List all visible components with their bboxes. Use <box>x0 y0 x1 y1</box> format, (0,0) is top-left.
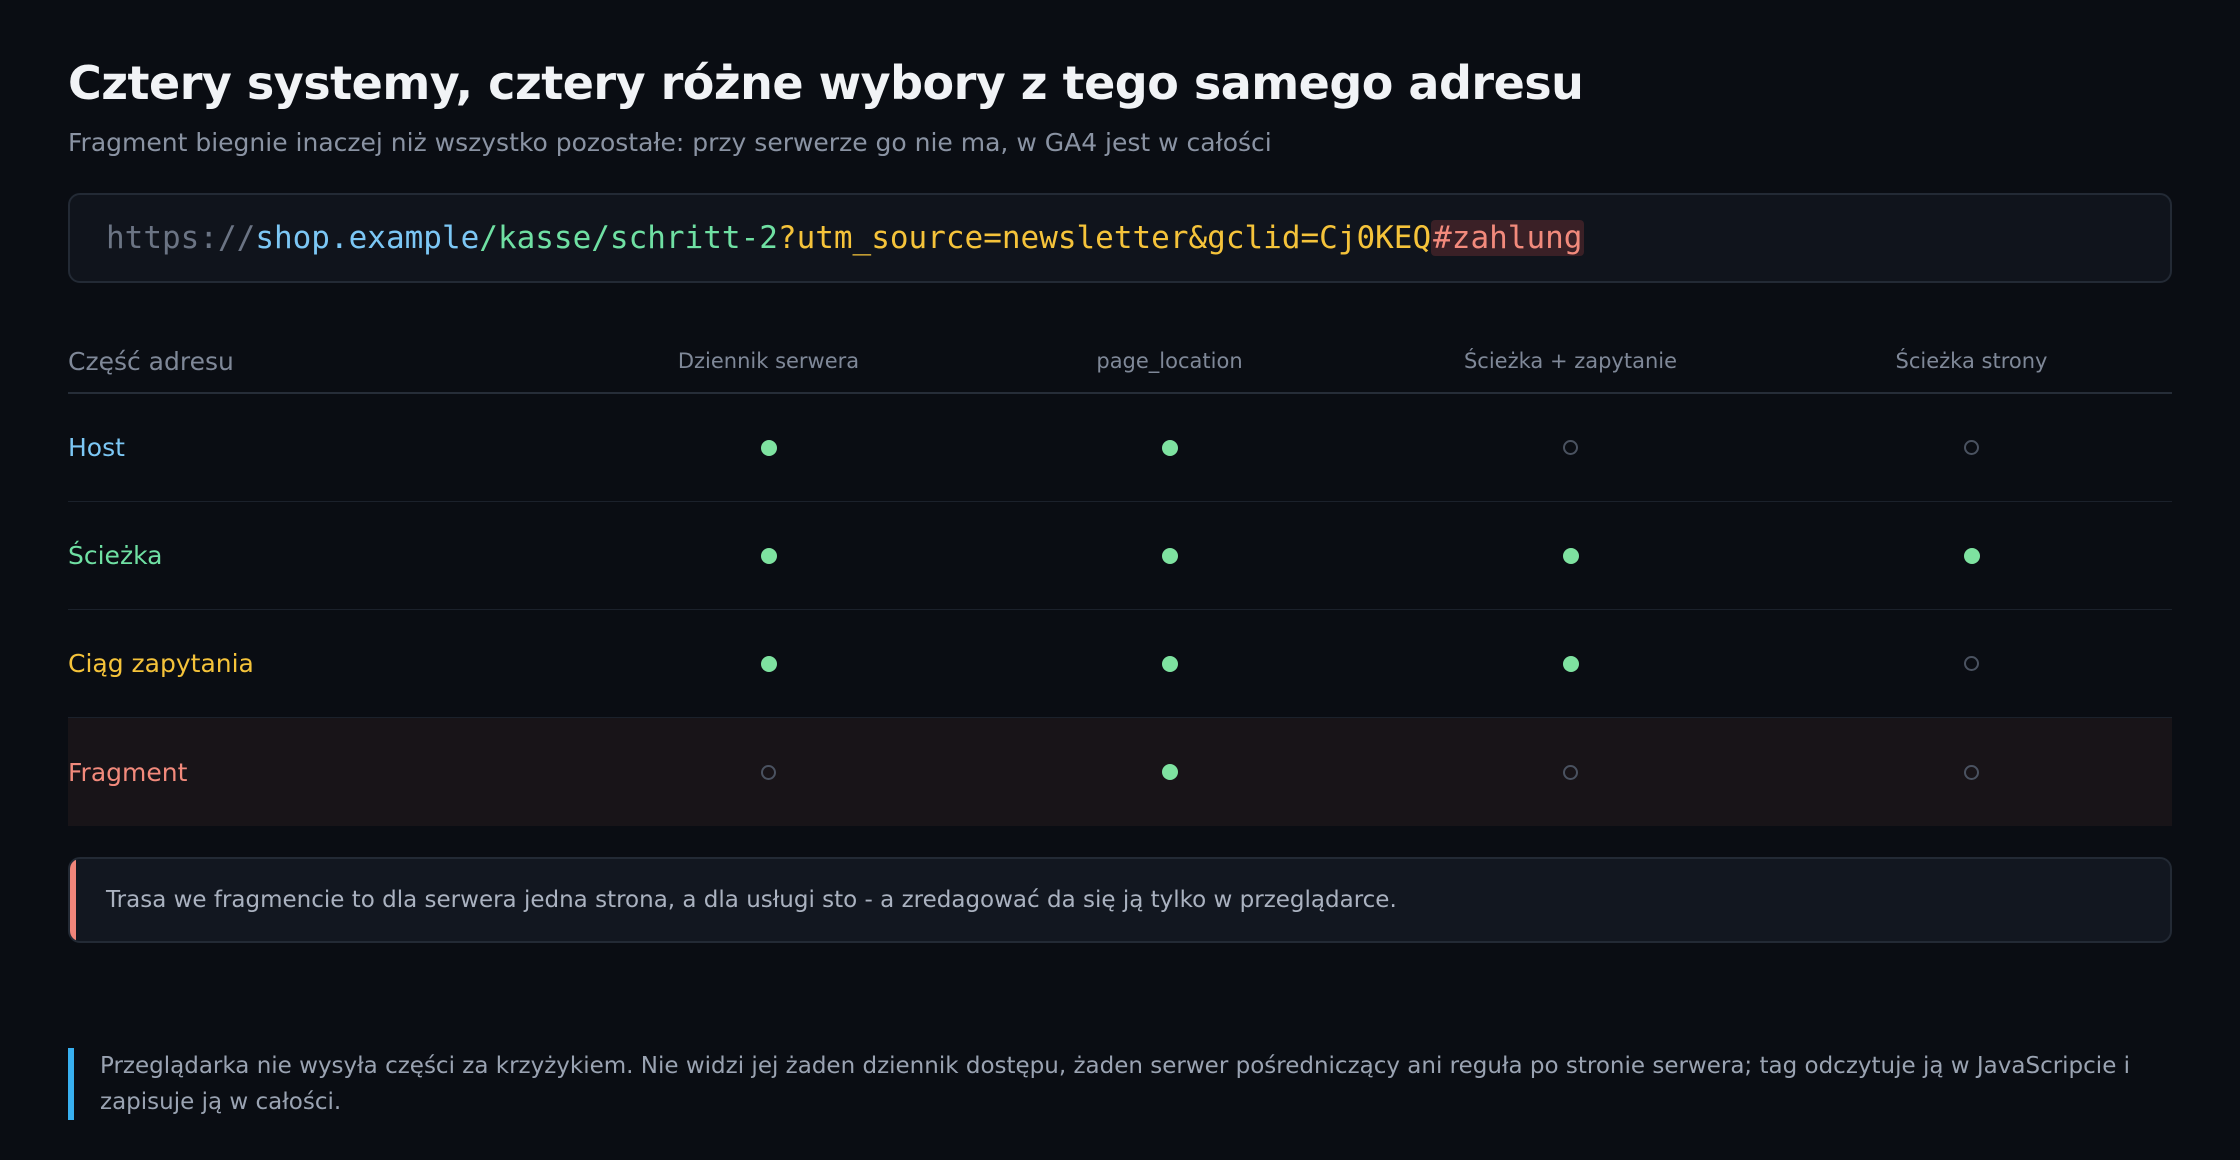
filled-dot-icon <box>1161 547 1178 564</box>
url-fragment: #zahlung <box>1431 220 1585 256</box>
url-scheme: https:// <box>106 220 256 256</box>
page-subtitle: Fragment biegnie inaczej niż wszystko po… <box>68 128 1272 157</box>
table-header: Część adresu Dziennik serwera page_locat… <box>68 330 2172 394</box>
column-header-server-log: Dziennik serwera <box>677 349 860 373</box>
filled-dot-icon <box>760 655 777 672</box>
table-row: Host <box>68 394 2172 502</box>
row-label: Host <box>68 433 125 462</box>
filled-dot-icon <box>1161 439 1178 456</box>
filled-dot-icon <box>1562 655 1579 672</box>
empty-dot-icon <box>1563 440 1578 455</box>
footer-accent-bar <box>68 1048 74 1120</box>
table-cell <box>568 655 969 672</box>
table-row: Ścieżka <box>68 502 2172 610</box>
row-label: Ścieżka <box>68 541 163 570</box>
column-header-path-query: Ścieżka + zapytanie <box>1463 349 1678 373</box>
url-host: shop.example <box>255 220 480 256</box>
table-cell <box>969 547 1370 564</box>
empty-dot-icon <box>1563 764 1578 780</box>
page-title: Cztery systemy, cztery różne wybory z te… <box>68 56 1584 110</box>
table-cell <box>1370 655 1771 672</box>
note-accent-bar <box>70 859 76 941</box>
url-path: /kasse/schritt-2 <box>479 220 778 256</box>
column-header-part: Część adresu <box>68 346 234 376</box>
empty-dot-icon <box>1964 440 1979 455</box>
table-cell <box>1370 547 1771 564</box>
filled-dot-icon <box>1161 655 1178 672</box>
table-cell <box>1370 764 1771 780</box>
table-cell <box>1771 656 2172 671</box>
table-cell <box>969 655 1370 672</box>
table-cell <box>1771 764 2172 780</box>
row-label: Ciąg zapytania <box>68 649 254 678</box>
table-cell <box>568 764 969 780</box>
column-header-page-path: Ścieżka strony <box>1895 349 2048 373</box>
fragment-note: Trasa we fragmencie to dla serwera jedna… <box>68 857 2172 943</box>
table-cell <box>969 439 1370 456</box>
comparison-table: Część adresu Dziennik serwera page_locat… <box>68 330 2172 826</box>
page: Cztery systemy, cztery różne wybory z te… <box>0 0 2240 1160</box>
table-cell <box>1771 440 2172 455</box>
empty-dot-icon <box>1964 656 1979 671</box>
filled-dot-icon <box>760 547 777 564</box>
table-cell <box>1771 547 2172 564</box>
empty-dot-icon <box>761 764 776 780</box>
table-cell <box>568 547 969 564</box>
url-display: https://shop.example/kasse/schritt-2 ?utm… <box>68 193 2172 283</box>
footer-callout: Przeglądarka nie wysyła części za krzyży… <box>68 1048 2172 1120</box>
note-text: Trasa we fragmencie to dla serwera jedna… <box>106 887 1397 913</box>
table-row: Ciąg zapytania <box>68 610 2172 718</box>
filled-dot-icon <box>1161 764 1178 780</box>
filled-dot-icon <box>1562 547 1579 564</box>
table-cell <box>969 764 1370 780</box>
column-header-page-location: page_location <box>1096 349 1243 373</box>
footer-text: Przeglądarka nie wysyła części za krzyży… <box>100 1053 2131 1115</box>
filled-dot-icon <box>1963 547 1980 564</box>
row-label: Fragment <box>68 757 188 787</box>
url-query: ?utm_source=newsletter&gclid=Cj0KEQ <box>777 220 1432 256</box>
table-cell <box>1370 440 1771 455</box>
empty-dot-icon <box>1964 764 1979 780</box>
table-row: Fragment <box>68 718 2172 826</box>
table-cell <box>568 439 969 456</box>
filled-dot-icon <box>760 439 777 456</box>
